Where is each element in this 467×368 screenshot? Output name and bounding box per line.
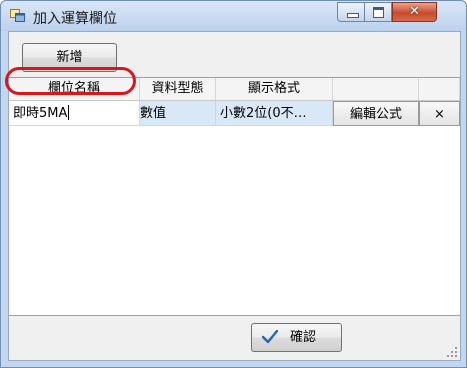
dialog-window: 加入運算欄位 ✕ 新增 欄位名稱 資料型態 顯示格式 即時5MA 數值 小數2位… [0,0,467,368]
app-window-icon [10,9,25,22]
column-header-display-format[interactable]: 顯示格式 [216,78,333,100]
column-header-blank-1 [333,78,419,100]
dialog-client-area: 新增 欄位名稱 資料型態 顯示格式 即時5MA 數值 小數2位(0不… 編輯公式… [8,31,461,361]
close-icon: ✕ [409,4,420,19]
close-button[interactable]: ✕ [392,2,437,22]
column-header-blank-2 [419,78,460,100]
confirm-label: 確認 [290,330,317,345]
column-header-field-name[interactable]: 欄位名稱 [9,78,140,100]
field-name-value: 即時5MA [13,106,68,121]
resize-grip-icon[interactable] [446,346,458,358]
fields-grid: 欄位名稱 資料型態 顯示格式 即時5MA 數值 小數2位(0不… 編輯公式 × [9,77,460,316]
field-name-input[interactable]: 即時5MA [9,101,140,126]
text-caret [68,105,70,120]
minimize-icon [347,13,359,18]
check-icon [262,330,278,344]
table-row[interactable]: 即時5MA 數值 小數2位(0不… 編輯公式 × [9,101,460,126]
edit-formula-button[interactable]: 編輯公式 [333,101,419,126]
column-header-data-type[interactable]: 資料型態 [140,78,216,100]
window-title: 加入運算欄位 [33,11,117,27]
title-bar[interactable]: 加入運算欄位 ✕ [1,1,466,31]
display-format-cell[interactable]: 小數2位(0不… [216,101,333,126]
display-format-value: 小數2位(0不… [220,106,307,121]
maximize-icon [373,7,384,18]
grid-header: 欄位名稱 資料型態 顯示格式 [9,78,460,101]
data-type-cell[interactable]: 數值 [140,101,216,126]
delete-row-button[interactable]: × [419,101,460,126]
add-button[interactable]: 新增 [22,43,117,72]
confirm-button[interactable]: 確認 [251,323,342,352]
minimize-button[interactable] [337,2,365,22]
maximize-button[interactable] [364,2,392,22]
